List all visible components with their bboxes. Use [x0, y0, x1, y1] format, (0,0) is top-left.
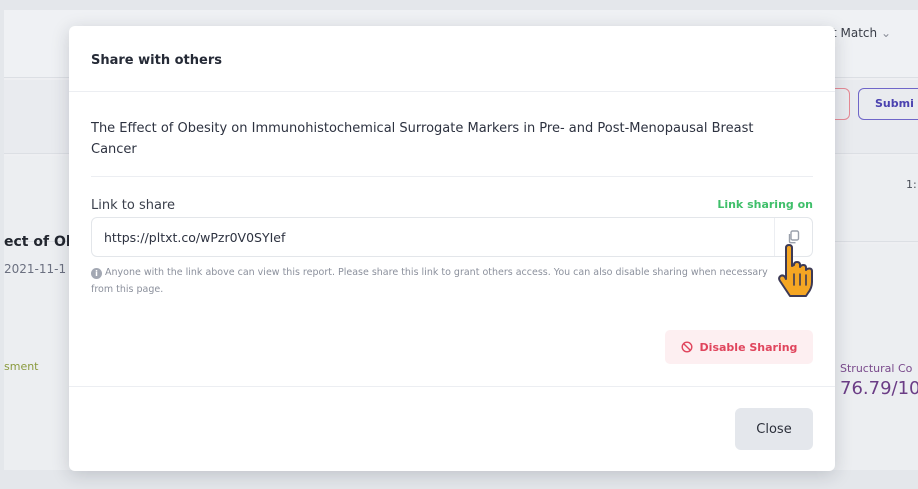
disable-sharing-button[interactable]: Disable Sharing: [665, 330, 813, 364]
bg-match-label: t Match: [832, 26, 878, 40]
link-field-group: [91, 217, 813, 257]
close-button[interactable]: Close: [735, 408, 813, 450]
sharing-notice: i Anyone with the link above can view thi…: [91, 264, 791, 298]
divider: [91, 176, 813, 177]
modal-title: Share with others: [91, 53, 222, 68]
report-title: The Effect of Obesity on Immunohistochem…: [91, 121, 754, 157]
copy-icon: [788, 230, 800, 244]
hand-pointer-icon: [778, 244, 813, 297]
bg-metric-value-right: 76.79/100: [840, 378, 918, 399]
bg-report-date: 2021-11-1: [4, 262, 67, 276]
sharing-notice-text: Anyone with the link above can view this…: [91, 267, 768, 295]
disable-sharing-label: Disable Sharing: [699, 340, 798, 354]
bg-metric-label-left: sment: [4, 360, 39, 373]
link-sharing-status: Link sharing on: [717, 198, 813, 211]
info-icon: i: [91, 268, 102, 279]
share-modal: Share with others The Effect of Obesity …: [69, 26, 835, 471]
ban-icon: [681, 341, 693, 353]
chevron-down-icon: ⌄: [880, 26, 892, 40]
link-label: Link to share: [91, 198, 175, 213]
bg-metric-label-right: Structural Co: [840, 362, 913, 375]
bg-page-number: 1:: [906, 178, 917, 191]
share-link-input[interactable]: [92, 218, 776, 256]
bg-match-dropdown: t Match ⌄: [832, 26, 891, 40]
footer-divider: [69, 386, 835, 387]
bg-report-title: ect of Ob: [4, 234, 76, 250]
bg-submit-button: Submi: [858, 88, 918, 120]
modal-header: Share with others: [69, 26, 835, 92]
